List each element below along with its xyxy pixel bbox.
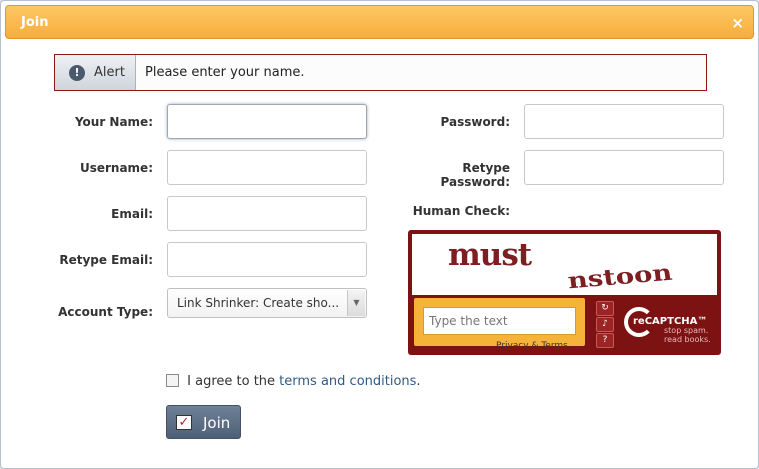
privacy-terms-link[interactable]: Privacy & Terms [496, 341, 568, 351]
retype-password-input[interactable] [524, 150, 724, 185]
join-button[interactable]: ✓ Join [166, 405, 241, 439]
terms-link[interactable]: terms and conditions [279, 374, 416, 389]
account-type-value: Link Shrinker: Create sho... [177, 296, 340, 310]
password-input[interactable] [524, 104, 724, 139]
account-type-label: Account Type: [58, 305, 153, 319]
recaptcha-tagline-1: stop spam. [664, 326, 709, 335]
chevron-down-icon[interactable]: ▼ [347, 290, 365, 316]
refresh-icon[interactable]: ↻ [596, 301, 614, 316]
name-input[interactable] [167, 104, 367, 139]
alert-icon: ! [69, 65, 85, 81]
alert-tag: ! Alert [55, 55, 136, 90]
recaptcha-logo: reCAPTCHA™ stop spam. read books. [624, 302, 714, 346]
audio-icon[interactable]: ♪ [596, 317, 614, 332]
username-input[interactable] [167, 150, 367, 185]
name-label: Your Name: [74, 115, 153, 129]
password-label: Password: [440, 115, 511, 129]
agree-checkbox[interactable] [166, 374, 179, 387]
recaptcha-tagline-2: read books. [664, 335, 711, 344]
help-icon[interactable]: ? [596, 333, 614, 348]
account-type-select[interactable]: Link Shrinker: Create sho... ▼ [167, 288, 367, 318]
captcha-image: must nstoon [412, 234, 717, 295]
checkmark-icon: ✓ [176, 415, 192, 430]
captcha-input[interactable] [423, 307, 576, 335]
close-icon[interactable]: × [731, 14, 744, 32]
retype-email-input[interactable] [167, 242, 367, 277]
dialog-title: Join [21, 15, 49, 30]
email-label: Email: [111, 207, 153, 221]
retype-password-label: Retype Password: [440, 161, 511, 189]
human-check-label: Human Check: [412, 204, 510, 218]
alert-message: Please enter your name. [145, 65, 305, 80]
recaptcha-widget: must nstoon Privacy & Terms ↻ ♪ ? reCAPT… [408, 230, 721, 355]
username-label: Username: [79, 161, 153, 175]
agree-suffix: . [416, 374, 421, 389]
captcha-input-box [414, 298, 585, 346]
captcha-word-1: must [448, 237, 532, 273]
agree-prefix: I agree to the [187, 374, 276, 389]
alert-box: ! Alert Please enter your name. [54, 54, 707, 91]
dialog-titlebar: Join × [5, 5, 754, 39]
alert-tag-label: Alert [94, 65, 125, 80]
terms-agreement: I agree to the terms and conditions. [166, 374, 421, 389]
retype-email-label: Retype Email: [59, 253, 153, 267]
recaptcha-tagline: stop spam. read books. [664, 326, 711, 344]
join-dialog: Join × ! Alert Please enter your name. Y… [0, 0, 759, 469]
join-button-label: Join [203, 414, 231, 432]
captcha-word-2: nstoon [566, 259, 674, 295]
email-input[interactable] [167, 196, 367, 231]
